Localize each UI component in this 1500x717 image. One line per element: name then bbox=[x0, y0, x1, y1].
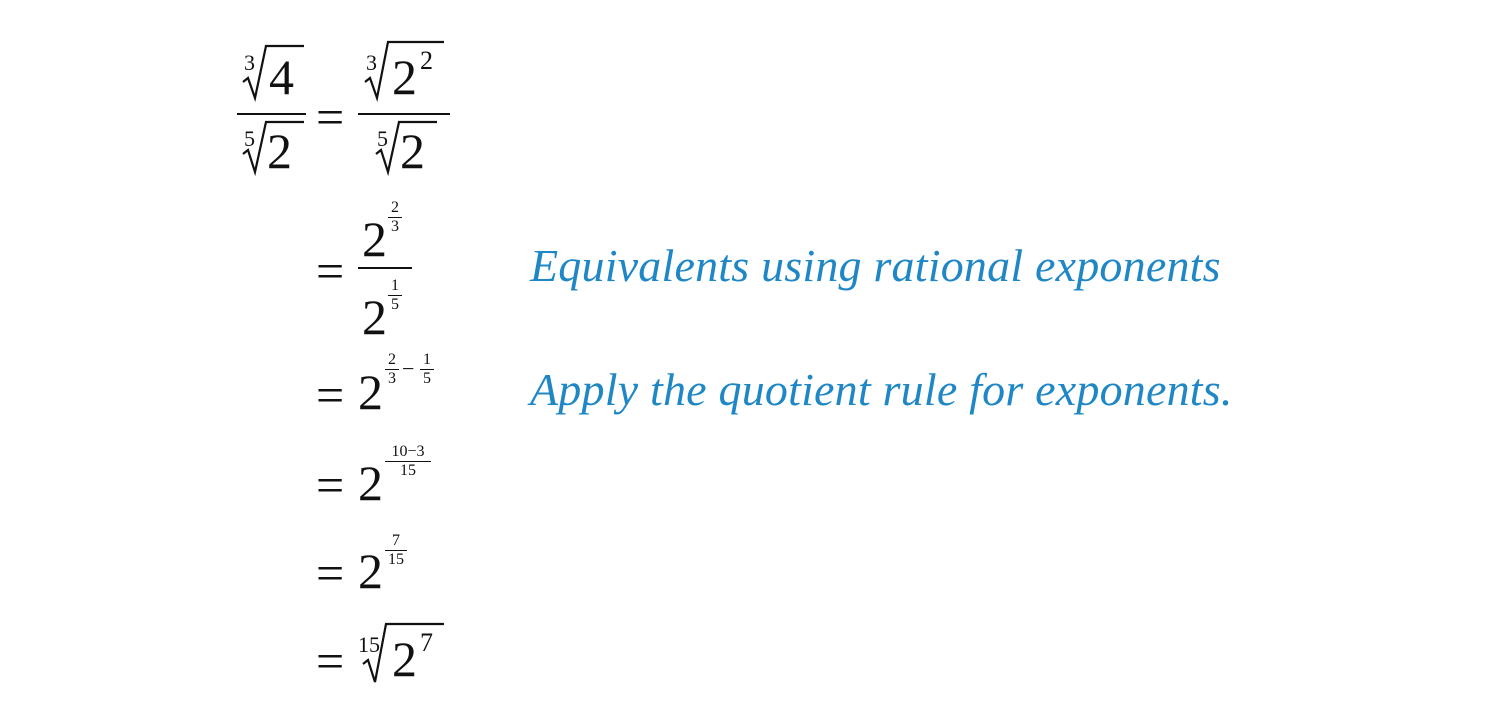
exponent-denominator: 3 bbox=[391, 218, 399, 236]
exponent-fraction: 10−3 15 bbox=[385, 444, 431, 479]
exponent-numerator: 10−3 bbox=[391, 443, 425, 460]
radical-index: 3 bbox=[366, 50, 377, 75]
equals-sign: = bbox=[316, 545, 345, 601]
radicand: 4 bbox=[269, 49, 294, 105]
exponent-denominator: 5 bbox=[391, 296, 399, 314]
exponent-numerator: 1 bbox=[391, 277, 399, 294]
exponent-fraction: 7 15 bbox=[385, 533, 407, 568]
radicand-base: 2 bbox=[392, 49, 417, 105]
equals-sign: = bbox=[316, 457, 345, 513]
radical-index: 3 bbox=[244, 50, 255, 75]
numerator-exponent-fraction: 2 3 bbox=[388, 200, 402, 235]
radical-index: 5 bbox=[244, 126, 255, 151]
step1-denominator-radical: 5 2 bbox=[375, 118, 439, 180]
fraction-bar bbox=[358, 113, 450, 115]
radicand: 2 bbox=[267, 123, 292, 179]
step1-numerator-radical: 3 2 2 bbox=[364, 38, 448, 104]
exponent-denominator: 3 bbox=[388, 370, 396, 388]
exponent-numerator: 1 bbox=[423, 351, 431, 368]
fraction-bar bbox=[358, 267, 412, 269]
radical-index: 5 bbox=[377, 126, 388, 151]
base: 2 bbox=[358, 364, 383, 420]
radicand-exponent: 7 bbox=[420, 628, 433, 657]
denominator-exponent-fraction: 1 5 bbox=[388, 278, 402, 313]
base: 2 bbox=[358, 543, 383, 599]
base: 2 bbox=[358, 455, 383, 511]
exponent-denominator: 15 bbox=[400, 462, 416, 480]
annotation-quotient-rule: Apply the quotient rule for exponents. bbox=[530, 364, 1233, 415]
exponent-fraction-a: 2 3 bbox=[385, 352, 399, 387]
equals-sign: = bbox=[316, 243, 345, 299]
minus-sign: − bbox=[402, 356, 415, 381]
exponent-numerator: 7 bbox=[392, 532, 400, 549]
exponent-numerator: 2 bbox=[391, 199, 399, 216]
equals-sign: = bbox=[316, 367, 345, 423]
radical-index: 15 bbox=[358, 632, 380, 657]
exponent-numerator: 2 bbox=[388, 351, 396, 368]
radicand: 2 bbox=[400, 123, 425, 179]
fraction-bar bbox=[237, 113, 306, 115]
annotation-rational-exponents: Equivalents using rational exponents bbox=[530, 240, 1221, 291]
equals-sign: = bbox=[316, 89, 345, 145]
denominator-base: 2 bbox=[362, 289, 387, 345]
step6-radical: 15 2 7 bbox=[358, 620, 446, 686]
radicand-base: 2 bbox=[392, 631, 417, 687]
exponent-fraction-b: 1 5 bbox=[420, 352, 434, 387]
equals-sign: = bbox=[316, 633, 345, 689]
exponent-denominator: 5 bbox=[423, 370, 431, 388]
radicand-exponent: 2 bbox=[420, 46, 433, 75]
numerator-base: 2 bbox=[362, 211, 387, 267]
lhs-numerator-radical: 3 4 bbox=[242, 42, 306, 104]
exponent-denominator: 15 bbox=[388, 551, 404, 569]
lhs-denominator-radical: 5 2 bbox=[242, 118, 306, 180]
